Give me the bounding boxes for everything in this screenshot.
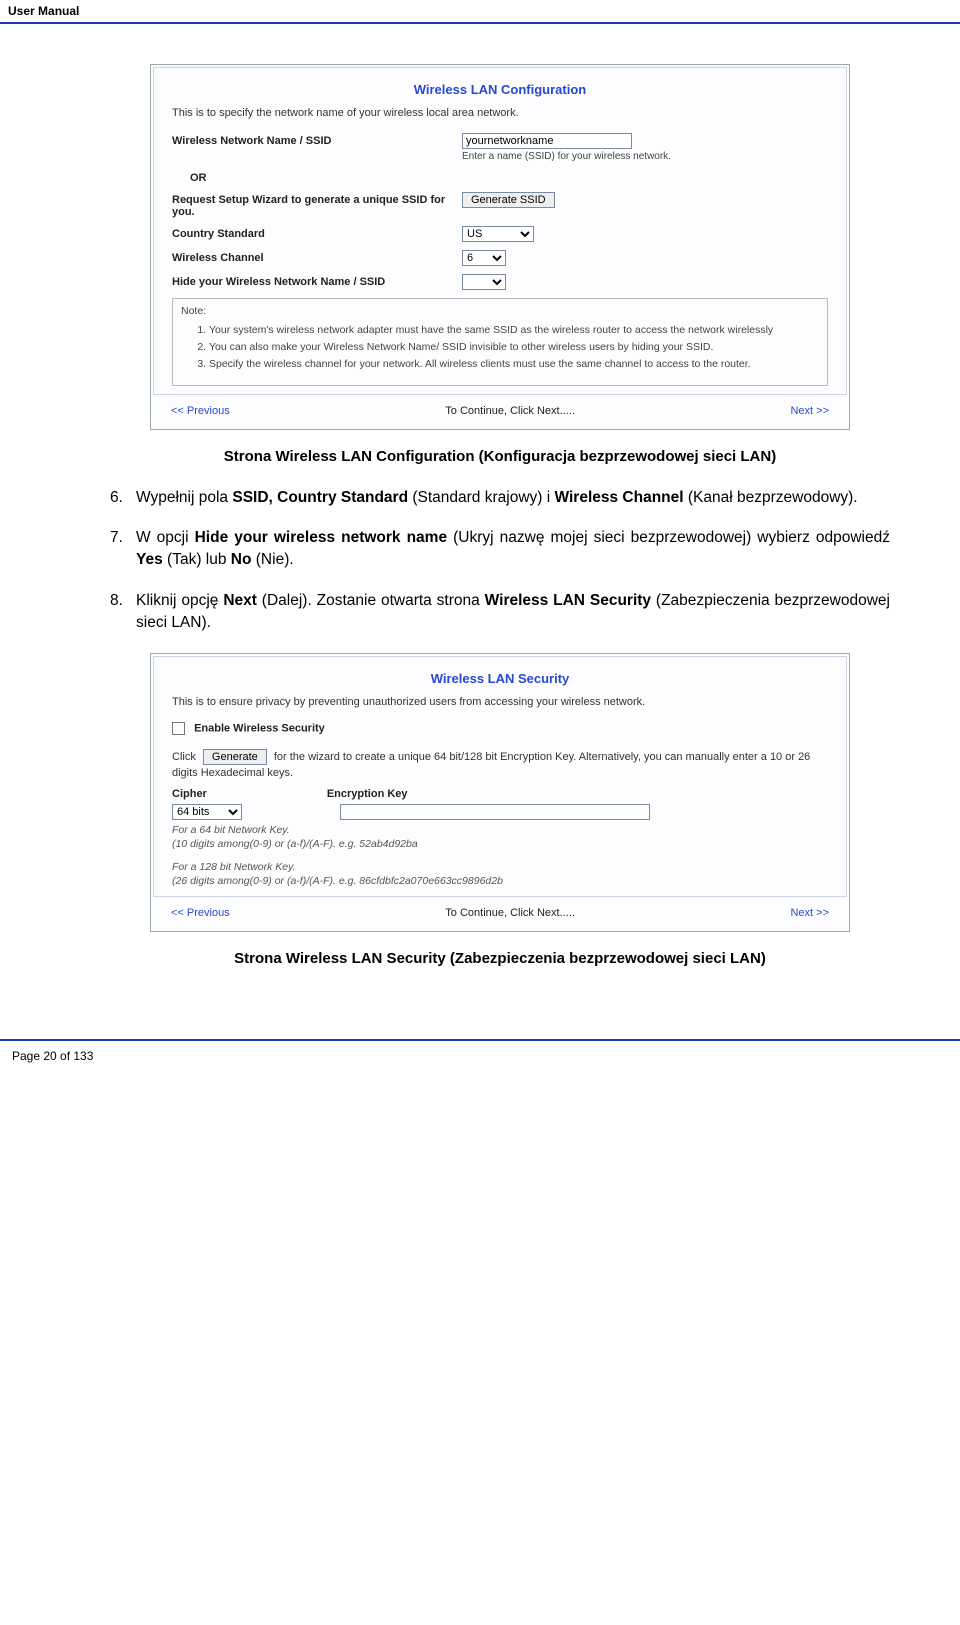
wlan-security-panel: Wireless LAN Security This is to ensure … — [150, 653, 850, 933]
country-label: Country Standard — [172, 226, 462, 240]
click-text-a: Click — [172, 751, 196, 763]
previous-link[interactable]: << Previous — [171, 405, 230, 417]
click-text-b: for the wizard to create a unique 64 bit… — [172, 751, 810, 780]
continue-text: To Continue, Click Next..... — [445, 405, 575, 417]
step-number: 7. — [110, 527, 136, 572]
cipher-select[interactable]: 64 bits — [172, 804, 242, 820]
hint-64bit: For a 64 bit Network Key. (10 digits amo… — [172, 824, 828, 851]
generate-ssid-button[interactable]: Generate SSID — [462, 192, 555, 208]
figure-caption-2: Strona Wireless LAN Security (Zabezpiecz… — [110, 950, 890, 967]
channel-select[interactable]: 6 — [462, 250, 506, 266]
next-link[interactable]: Next >> — [790, 405, 829, 417]
request-wizard-label: Request Setup Wizard to generate a uniqu… — [172, 192, 462, 218]
panel1-description: This is to specify the network name of y… — [172, 107, 828, 119]
continue-text: To Continue, Click Next..... — [445, 907, 575, 919]
header-title: User Manual — [8, 4, 79, 18]
step-number: 8. — [110, 590, 136, 635]
note-box: Note: Your system's wireless network ada… — [172, 298, 828, 386]
step-text: Kliknij opcję Next (Dalej). Zostanie otw… — [136, 590, 890, 635]
enable-security-checkbox[interactable] — [172, 722, 185, 735]
previous-link[interactable]: << Previous — [171, 907, 230, 919]
panel2-description: This is to ensure privacy by preventing … — [172, 696, 828, 708]
instructions: 6. Wypełnij pola SSID, Country Standard … — [110, 487, 890, 635]
ssid-hint: Enter a name (SSID) for your wireless ne… — [462, 151, 828, 162]
note-item: You can also make your Wireless Network … — [209, 340, 819, 354]
figure-caption-1: Strona Wireless LAN Configuration (Konfi… — [110, 448, 890, 465]
ssid-input[interactable] — [462, 133, 632, 149]
note-title: Note: — [181, 305, 206, 317]
wlan-config-panel: Wireless LAN Configuration This is to sp… — [150, 64, 850, 430]
step-text: Wypełnij pola SSID, Country Standard (St… — [136, 487, 890, 509]
note-item: Specify the wireless channel for your ne… — [209, 357, 819, 371]
or-label: OR — [172, 170, 462, 184]
enable-security-label: Enable Wireless Security — [194, 722, 325, 734]
hide-ssid-label: Hide your Wireless Network Name / SSID — [172, 274, 462, 288]
hide-ssid-select[interactable] — [462, 274, 506, 290]
panel2-heading: Wireless LAN Security — [172, 671, 828, 686]
ssid-label: Wireless Network Name / SSID — [172, 133, 462, 147]
step-text: W opcji Hide your wireless network name … — [136, 527, 890, 572]
page-header: User Manual — [0, 0, 960, 24]
encryption-key-input[interactable] — [340, 804, 650, 820]
page-footer: Page 20 of 133 — [0, 1039, 960, 1071]
country-select[interactable]: US — [462, 226, 534, 242]
generate-key-button[interactable]: Generate — [203, 749, 267, 765]
hint-128bit: For a 128 bit Network Key. (26 digits am… — [172, 861, 828, 888]
page-number: Page 20 of 133 — [12, 1049, 93, 1063]
step-number: 6. — [110, 487, 136, 509]
next-link[interactable]: Next >> — [790, 907, 829, 919]
encryption-key-label: Encryption Key — [327, 788, 408, 800]
panel1-heading: Wireless LAN Configuration — [172, 82, 828, 97]
channel-label: Wireless Channel — [172, 250, 462, 264]
cipher-label: Cipher — [172, 788, 207, 800]
note-item: Your system's wireless network adapter m… — [209, 323, 819, 337]
